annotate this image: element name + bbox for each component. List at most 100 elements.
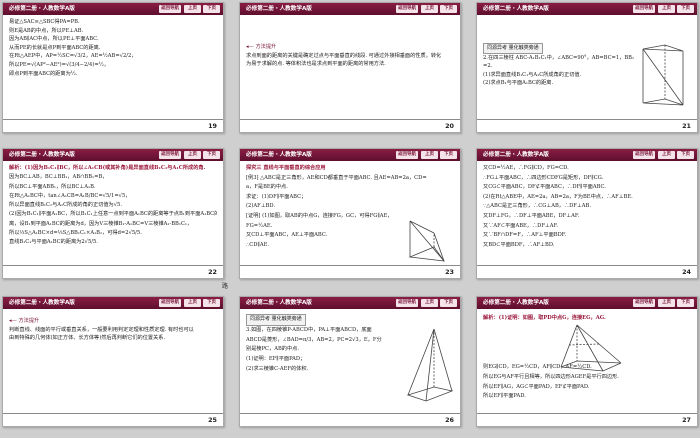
text-line: 2.在四三棱柱 ABC-A₁B₁C₁中，∠ABC=90°，AB=BC=1，BB₁: [483, 54, 635, 61]
text-line: 求证：(1)DF∥平面ABC；: [246, 193, 307, 200]
slide-25[interactable]: 必修第二册・人教数学A版 返回导航 上页 下页 ◂— 方法提升 判断直线、线面的…: [2, 296, 224, 427]
slide-content: 又CD=½AE，∴FG∥CD，FG=CD. ∴FG⊥平面ABC，∴四边形CDFG…: [483, 164, 691, 262]
nav-home-button[interactable]: 返回导航: [396, 5, 418, 13]
slide-26[interactable]: 必修第二册・人教数学A版 返回导航 上页 下页 同源异考 量化触类旁通 3.如图…: [239, 296, 461, 427]
prev-page-button[interactable]: 上页: [184, 5, 201, 13]
text-line: (2)求点B₁与平面A₁BC的距离.: [483, 80, 554, 87]
nav-home-button[interactable]: 返回导航: [633, 5, 655, 13]
text-line: 由到特殊的几何体(如正方体、长方体等)然后再判断它们的位置关系.: [9, 335, 166, 342]
slide-content: 易证△SAC≌△SBC得PA=PB. 则E是AB的中点，所以PE⊥AB. 因为A…: [9, 18, 217, 116]
quad-pyramid-figure: [404, 325, 456, 407]
text-line: 探究三 直线与平面垂直的综合应用: [246, 165, 326, 171]
page-number: 26: [445, 416, 454, 424]
nav-home-button[interactable]: 返回导航: [633, 299, 655, 307]
slide-19[interactable]: 必修第二册・人教数学A版 返回导航 上页 下页 易证△SAC≌△SBC得PA=P…: [2, 2, 224, 133]
slide-24[interactable]: 必修第二册・人教数学A版 返回导航 上页 下页 又CD=½AE，∴FG∥CD，F…: [476, 148, 698, 279]
text-line: (2)求三棱锥C-AEF的体积.: [246, 365, 309, 372]
text-line: 解析：(1)因为B₁C₁∥BC，所以∠A₁CB(或其补角)是异面直线B₁C₁与A…: [9, 165, 206, 171]
text-line: =2.: [483, 63, 493, 70]
next-page-button[interactable]: 下页: [203, 5, 220, 13]
slide-footer: 25: [3, 413, 223, 426]
text-line: 又BD⊂平面BDF，∴AF⊥BD.: [483, 241, 555, 248]
next-page-button[interactable]: 下页: [677, 5, 694, 13]
next-page-button[interactable]: 下页: [677, 151, 694, 159]
next-page-button[interactable]: 下页: [203, 299, 220, 307]
text-line: 因为AB∥AC中点，所以PE⊥平面ABC.: [9, 36, 99, 43]
slide-header: 必修第二册・人教数学A版 返回导航 上页 下页: [477, 297, 697, 309]
slide-content: ◂— 方法提升 判断直线、线面的平行或垂直关系，一般要利用判定定理和性质定理. …: [9, 317, 217, 410]
text-line: 又DF⊥FG，∴DF⊥平面ABE，DF⊥AF.: [483, 212, 580, 219]
text-line: 为易于求解的点. 等体积法也是求点到平面的距离的常用方法.: [246, 61, 386, 68]
next-page-button[interactable]: 下页: [677, 299, 694, 307]
slide-footer: 23: [240, 265, 460, 278]
text-line: 从而PE的长就是点P到平面ABC的距离.: [9, 44, 101, 51]
nav-home-button[interactable]: 返回导航: [633, 151, 655, 159]
slide-content: ◂— 方法提升 求点到面的距离的关键是确定过点与平面垂直的线段. 可通过外接相垂…: [246, 43, 454, 116]
practice-tag: 同源异考 量化触类旁通: [246, 314, 306, 326]
slide-footer: 20: [240, 119, 460, 132]
method-tip-heading: ◂— 方法提升: [246, 44, 277, 50]
nav-home-button[interactable]: 返回导航: [396, 299, 418, 307]
slide-footer: 24: [477, 265, 697, 278]
text-line: 又∵BF∩DF=F，∴AF⊥平面BDF.: [483, 232, 567, 239]
text-line: 又CD=½AE，∴FG∥CD，FG=CD.: [483, 165, 569, 171]
next-page-button[interactable]: 下页: [440, 151, 457, 159]
page-number: 22: [208, 268, 217, 276]
prev-page-button[interactable]: 上页: [658, 299, 675, 307]
page-number: 21: [682, 122, 691, 130]
prev-page-button[interactable]: 上页: [184, 151, 201, 159]
slide-footer: 21: [477, 119, 697, 132]
text-line: (2)AF⊥BD.: [246, 203, 276, 210]
text-line: [例3] △ABC是正三角形，AE和CD都垂直于平面ABC. 且AE=AB=2a…: [246, 174, 427, 181]
slide-header: 必修第二册・人教数学A版 返回导航 上页 下页: [240, 3, 460, 15]
text-line: (2)在Rt△ABE中，AE=2a，AB=2a，F为BE中点，∴AF⊥BE.: [483, 193, 633, 200]
slide-22[interactable]: 必修第二册・人教数学A版 返回导航 上页 下页 解析：(1)因为B₁C₁∥BC，…: [2, 148, 224, 279]
text-line: 又∵AF⊂平面ABE，∴DF⊥AF.: [483, 222, 558, 229]
slide-20[interactable]: 必修第二册・人教数学A版 返回导航 上页 下页 ◂— 方法提升 求点到面的距离的…: [239, 2, 461, 133]
page-number: 24: [682, 268, 691, 276]
page-number: 23: [445, 268, 454, 276]
text-line: ∵△ABC是正三角形，∴CG⊥AB，∴DF⊥AB.: [483, 203, 591, 210]
text-line: ABCD是菱形，∠BAD=π/3，AB=2，PC=2√3，E，F分: [246, 336, 382, 343]
prev-page-button[interactable]: 上页: [184, 299, 201, 307]
page-number: 19: [208, 122, 217, 130]
text-line: 易证△SAC≌△SBC得PA=PB.: [9, 19, 80, 25]
text-line: ∴FG⊥平面ABC，∴四边形CDFG是矩形，DF∥CG.: [483, 174, 604, 181]
pyramid-figure: [404, 217, 454, 265]
next-page-button[interactable]: 下页: [440, 299, 457, 307]
slide-content: 同源异考 量化触类旁通 2.在四三棱柱 ABC-A₁B₁C₁中，∠ABC=90°…: [483, 43, 635, 116]
slide-23[interactable]: 必修第二册・人教数学A版 返回导航 上页 下页 探究三 直线与平面垂直的综合应用…: [239, 148, 461, 279]
nav-home-button[interactable]: 返回导航: [159, 299, 181, 307]
stray-text: 路: [222, 283, 229, 290]
slide-27[interactable]: 必修第二册・人教数学A版 返回导航 上页 下页 解析：(1)证明：如图，取PD中…: [476, 296, 698, 427]
slide-21[interactable]: 必修第二册・人教数学A版 返回导航 上页 下页 同源异考 量化触类旁通 2.在四…: [476, 2, 698, 133]
prev-page-button[interactable]: 上页: [421, 5, 438, 13]
text-line: 所以异面直线B₁C₁与A₁C所成的角的正切值为√5.: [9, 202, 122, 209]
prev-page-button[interactable]: 上页: [658, 151, 675, 159]
method-tip-heading: ◂— 方法提升: [9, 318, 40, 324]
text-line: 所以⅓S△A₁BC×d=⅓S△BB₁C₁×A₁B₁，可得d=2√5/5.: [9, 230, 142, 237]
slide-header: 必修第二册・人教数学A版 返回导航 上页 下页: [240, 149, 460, 161]
prev-page-button[interactable]: 上页: [421, 299, 438, 307]
text-line: 直线B₁C₁与平面A₁BC的距离为2√5/5.: [9, 239, 98, 246]
next-page-button[interactable]: 下页: [440, 5, 457, 13]
text-line: 在Rt△A₁BC中，tan∠A₁CB=A₁B/BC=√5/1=√5，: [9, 192, 131, 199]
nav-home-button[interactable]: 返回导航: [159, 151, 181, 159]
slide-header: 必修第二册・人教数学A版 返回导航 上页 下页: [3, 149, 223, 161]
nav-home-button[interactable]: 返回导航: [396, 151, 418, 159]
slide-header: 必修第二册・人教数学A版 返回导航 上页 下页: [3, 297, 223, 309]
slide-header: 必修第二册・人教数学A版 返回导航 上页 下页: [240, 297, 460, 309]
text-line: 即点P到平面ABC的距离为½.: [9, 70, 78, 77]
text-line: 判断直线、线面的平行或垂直关系，一般要利用判定定理和性质定理. 有时也可以: [9, 326, 194, 333]
page-number: 25: [208, 416, 217, 424]
text-line: (2)因为B₁C₁∥平面A₁BC，所以B₁C₁上任意一点到平面A₁BC的距离等于…: [9, 211, 217, 218]
nav-home-button[interactable]: 返回导航: [159, 5, 181, 13]
slide-footer: 19: [3, 119, 223, 132]
text-line: a，F是BE的中点.: [246, 184, 288, 191]
text-line: 所以EG与AF平行且相等，所以四边形AGEF是平行四边形.: [483, 373, 619, 380]
next-page-button[interactable]: 下页: [203, 151, 220, 159]
prev-page-button[interactable]: 上页: [421, 151, 438, 159]
prev-page-button[interactable]: 上页: [658, 5, 675, 13]
slide-header: 必修第二册・人教数学A版 返回导航 上页 下页: [3, 3, 223, 15]
quad-pyramid-figure: [557, 323, 627, 373]
